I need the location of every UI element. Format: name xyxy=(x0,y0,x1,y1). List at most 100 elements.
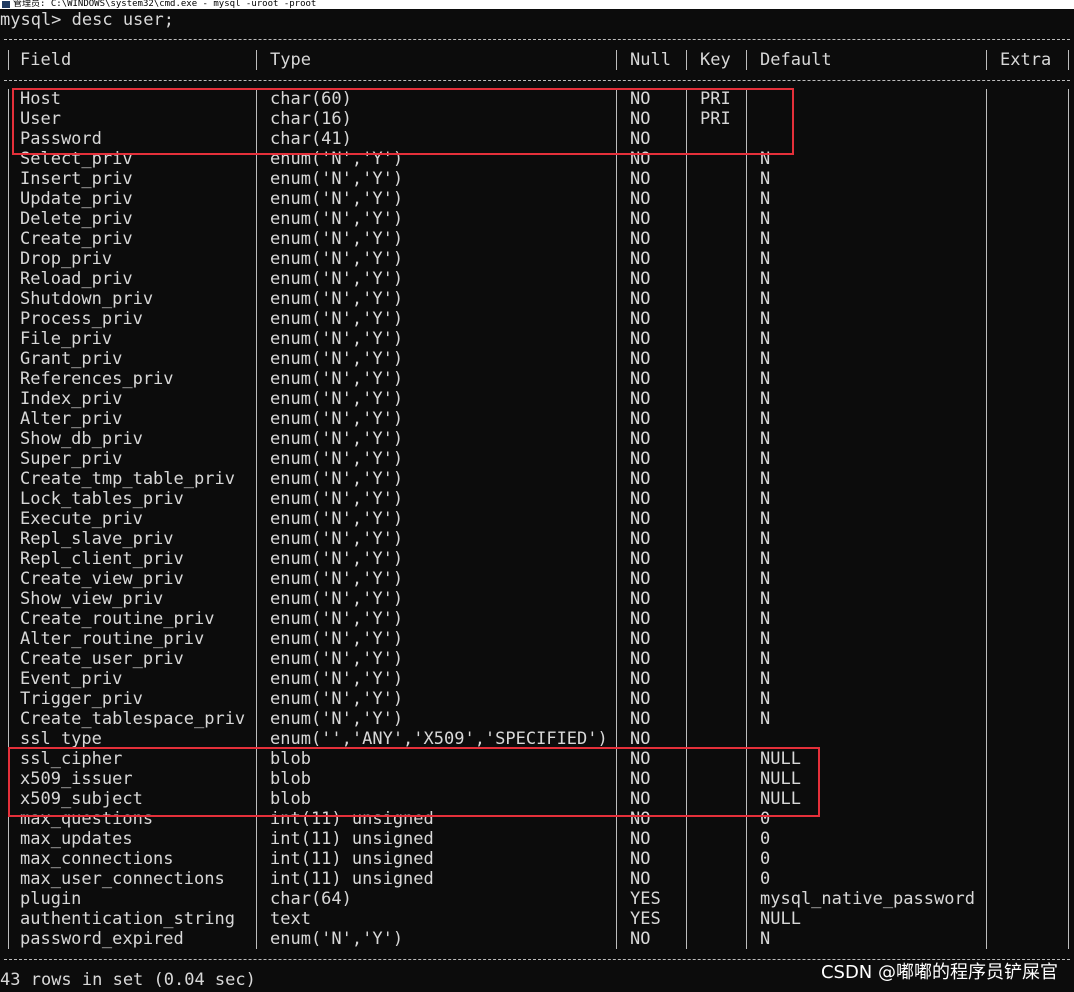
column-divider xyxy=(686,589,687,609)
column-divider xyxy=(8,229,9,249)
header-default: Default xyxy=(760,50,832,70)
column-divider xyxy=(1068,89,1069,109)
column-divider xyxy=(686,889,687,909)
column-divider xyxy=(1068,489,1069,509)
column-divider xyxy=(8,869,9,889)
column-divider xyxy=(8,109,9,129)
column-divider xyxy=(1068,249,1069,269)
column-divider xyxy=(986,469,987,489)
column-divider xyxy=(616,549,617,569)
column-divider xyxy=(8,629,9,649)
cell-type: char(64) xyxy=(270,889,352,909)
cell-default: N xyxy=(760,549,771,569)
csdn-watermark: CSDN @嘟嘟的程序员铲屎官 xyxy=(820,962,1058,983)
cell-field: Create_view_priv xyxy=(20,569,184,589)
column-divider xyxy=(986,369,987,389)
cell-type: enum('N','Y') xyxy=(270,489,404,509)
column-divider xyxy=(746,449,747,469)
column-divider xyxy=(256,529,257,549)
cell-type: enum('N','Y') xyxy=(270,649,404,669)
column-divider xyxy=(8,449,9,469)
table-border-top xyxy=(4,39,1070,40)
cell-null: NO xyxy=(630,689,651,709)
column-divider xyxy=(986,889,987,909)
table-row: plugin char(64) YES mysql_native_password xyxy=(0,889,1074,909)
column-divider xyxy=(746,189,747,209)
column-divider xyxy=(986,649,987,669)
column-divider xyxy=(616,349,617,369)
column-divider xyxy=(256,329,257,349)
cell-null: NO xyxy=(630,349,651,369)
cell-null: YES xyxy=(630,909,661,929)
cell-type: enum('N','Y') xyxy=(270,549,404,569)
cell-field: Create_routine_priv xyxy=(20,609,215,629)
window-title: 管理员: C:\WINDOWS\system32\cmd.exe - mysql… xyxy=(13,0,317,9)
column-divider xyxy=(616,209,617,229)
cell-type: enum('N','Y') xyxy=(270,189,404,209)
column-divider xyxy=(256,289,257,309)
cell-null: NO xyxy=(630,609,651,629)
cell-type: enum('N','Y') xyxy=(270,449,404,469)
cell-type: enum('N','Y') xyxy=(270,169,404,189)
column-divider xyxy=(1068,329,1069,349)
column-divider xyxy=(256,869,257,889)
column-divider xyxy=(8,729,9,749)
cell-null: NO xyxy=(630,489,651,509)
cell-default: N xyxy=(760,389,771,409)
column-divider xyxy=(616,189,617,209)
highlight-box-credentials xyxy=(12,88,794,155)
column-divider xyxy=(256,629,257,649)
column-divider xyxy=(986,329,987,349)
column-divider xyxy=(1068,509,1069,529)
column-divider xyxy=(686,629,687,649)
column-divider xyxy=(686,309,687,329)
cell-field: ssl_type xyxy=(20,729,102,749)
column-divider xyxy=(1068,409,1069,429)
cell-default: N xyxy=(760,929,771,949)
column-divider xyxy=(746,909,747,929)
table-row: Create_tablespace_priv enum('N','Y') NO N xyxy=(0,709,1074,729)
column-divider xyxy=(1068,889,1069,909)
column-divider xyxy=(256,389,257,409)
cell-null: NO xyxy=(630,309,651,329)
cell-default: N xyxy=(760,629,771,649)
column-divider xyxy=(686,329,687,349)
column-divider xyxy=(1068,449,1069,469)
column-divider xyxy=(686,209,687,229)
cell-default: N xyxy=(760,329,771,349)
column-divider xyxy=(986,749,987,769)
table-row: Delete_priv enum('N','Y') NO N xyxy=(0,209,1074,229)
cell-type: enum('N','Y') xyxy=(270,369,404,389)
table-row: File_priv enum('N','Y') NO N xyxy=(0,329,1074,349)
cell-field: Super_priv xyxy=(20,449,123,469)
column-divider xyxy=(986,609,987,629)
column-divider xyxy=(1068,149,1069,169)
column-divider xyxy=(746,249,747,269)
column-divider xyxy=(256,269,257,289)
column-divider xyxy=(616,369,617,389)
table-row: Show_db_priv enum('N','Y') NO N xyxy=(0,429,1074,449)
cell-default: N xyxy=(760,289,771,309)
cell-null: NO xyxy=(630,649,651,669)
cell-field: Show_db_priv xyxy=(20,429,143,449)
cell-default: N xyxy=(760,609,771,629)
column-divider xyxy=(1068,649,1069,669)
cell-field: References_priv xyxy=(20,369,174,389)
column-divider xyxy=(8,149,9,169)
column-divider xyxy=(986,669,987,689)
column-divider xyxy=(746,649,747,669)
column-divider xyxy=(8,829,9,849)
cell-null: NO xyxy=(630,929,651,949)
column-divider xyxy=(616,669,617,689)
cell-default: N xyxy=(760,709,771,729)
column-divider xyxy=(8,689,9,709)
column-divider xyxy=(8,589,9,609)
column-divider xyxy=(686,929,687,949)
column-divider xyxy=(8,249,9,269)
column-divider xyxy=(256,169,257,189)
table-row: Create_priv enum('N','Y') NO N xyxy=(0,229,1074,249)
cell-default: 0 xyxy=(760,849,771,869)
column-divider xyxy=(8,289,9,309)
column-divider xyxy=(686,269,687,289)
cell-null: NO xyxy=(630,849,651,869)
